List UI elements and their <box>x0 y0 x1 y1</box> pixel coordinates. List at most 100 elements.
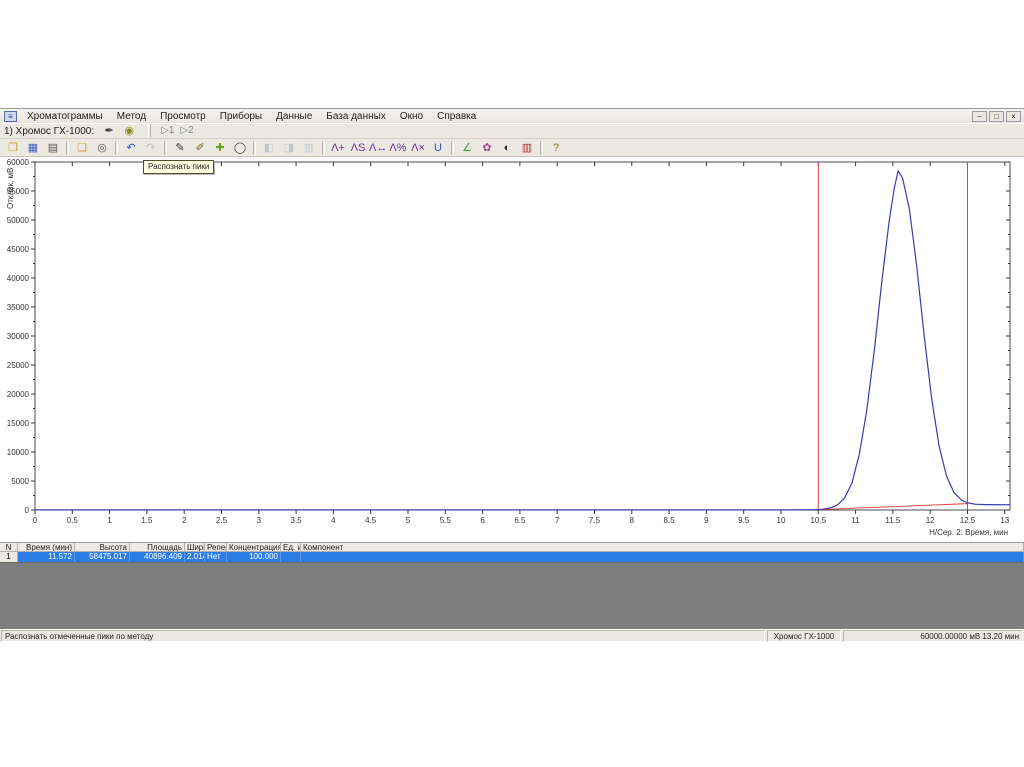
status-bar: Распознать отмеченные пики по методу Хро… <box>0 629 1024 642</box>
x-tick-label: 5 <box>406 516 411 525</box>
close-button[interactable]: × <box>1006 111 1021 122</box>
instrument-label: 1) Хромос ГХ-1000: <box>4 126 94 137</box>
device-status-icon[interactable]: ◉ <box>120 124 138 138</box>
zoom-icon[interactable]: ◎ <box>92 140 112 156</box>
y-tick-label: 40000 <box>7 274 30 283</box>
column-header-4[interactable]: Ширин <box>185 543 205 552</box>
menu-item-chromatograms[interactable]: Хроматограммы <box>20 110 110 123</box>
x-tick-label: 6.5 <box>514 516 526 525</box>
x-tick-label: 3 <box>257 516 262 525</box>
y-tick-label: 30000 <box>7 332 30 341</box>
column-header-8[interactable]: Компонент <box>301 543 1024 552</box>
toolbar-separator <box>451 141 454 155</box>
chromatogram-area[interactable]: Распознать пики 00.511.522.533.544.555.5… <box>0 157 1024 542</box>
print-icon[interactable]: ▤ <box>43 140 63 156</box>
x-tick-label: 7 <box>555 516 560 525</box>
help-icon[interactable]: ? <box>546 140 566 156</box>
menu-item-method[interactable]: Метод <box>110 110 153 123</box>
y-tick-label: 50000 <box>7 216 30 225</box>
report-icon[interactable]: ▥ <box>517 140 537 156</box>
column-header-0[interactable]: N <box>0 543 18 552</box>
run-2-button[interactable]: ▷2 <box>180 124 193 138</box>
peak-delete-icon[interactable]: Λ× <box>408 140 428 156</box>
toolbar-separator <box>66 141 69 155</box>
pen-recorder-icon[interactable]: ✒ <box>100 124 118 138</box>
lasso-icon[interactable]: ◯ <box>230 140 250 156</box>
x-tick-label: 4 <box>331 516 336 525</box>
menu-item-window[interactable]: Окно <box>393 110 430 123</box>
instrument-icons: ✒◉ <box>100 124 140 138</box>
x-tick-label: 1.5 <box>141 516 153 525</box>
peak-table-header: NВремя (мин)ВысотаПлощадьШиринРеперКонце… <box>0 542 1024 552</box>
peak-merge-icon[interactable]: Λ↔ <box>368 140 388 156</box>
restore-button[interactable]: □ <box>989 111 1004 122</box>
toolbar-separator <box>164 141 167 155</box>
y-tick-label: 60000 <box>7 158 30 167</box>
app-icon: ≡ <box>4 111 17 122</box>
x-tick-label: 2 <box>182 516 187 525</box>
baseline-icon[interactable]: U <box>428 140 448 156</box>
toolbar-separator <box>540 141 543 155</box>
run-1-button[interactable]: ▷1 <box>161 124 174 138</box>
undo-icon[interactable]: ↶ <box>121 140 141 156</box>
x-tick-label: 10 <box>777 516 786 525</box>
chromos-app-window: ≡ ХроматограммыМетодПросмотрПриборыДанны… <box>0 108 1024 641</box>
table-cell-5: Нет <box>205 552 227 562</box>
menu-item-data[interactable]: Данные <box>269 110 319 123</box>
copy-to-folder-icon[interactable]: ❏ <box>72 140 92 156</box>
open-chromatogram-icon[interactable]: ❒ <box>3 140 23 156</box>
contrast-icon[interactable]: ◐ <box>497 140 517 156</box>
peak-split-icon[interactable]: Λ% <box>388 140 408 156</box>
status-device: Хромос ГХ-1000 <box>767 630 841 642</box>
toolbar-separator <box>115 141 118 155</box>
tile-vertical-icon: ◨ <box>279 140 299 156</box>
menu-items: ХроматограммыМетодПросмотрПриборыДанныеБ… <box>20 110 483 123</box>
y-tick-label: 35000 <box>7 303 30 312</box>
instrument-bar: 1) Хромос ГХ-1000: ✒◉ ▷1 ▷2 <box>0 123 1024 139</box>
menu-item-view[interactable]: Просмотр <box>153 110 213 123</box>
marker-pen-icon[interactable]: ✐ <box>190 140 210 156</box>
save-icon[interactable]: ▦ <box>23 140 43 156</box>
toolbar-separator <box>322 141 325 155</box>
move-cross-icon[interactable]: ✚ <box>210 140 230 156</box>
peak-table-row[interactable]: 111.57258475.01740896.4092.014Нет100.000 <box>0 552 1024 562</box>
status-hint: Распознать отмеченные пики по методу <box>1 630 765 642</box>
menu-item-database[interactable]: База данных <box>319 110 393 123</box>
column-header-2[interactable]: Высота <box>75 543 130 552</box>
x-tick-label: 11.5 <box>885 516 901 525</box>
table-cell-6: 100.000 <box>227 552 281 562</box>
cascade-windows-icon: ▥ <box>299 140 319 156</box>
y-tick-label: 5000 <box>11 477 29 486</box>
toolbar-tooltip: Распознать пики <box>143 160 214 174</box>
plot-frame <box>35 162 1010 510</box>
y-axis-title: Отклик, мВ <box>6 168 15 209</box>
x-tick-label: 9 <box>704 516 709 525</box>
column-header-6[interactable]: Концентрация <box>227 543 281 552</box>
table-cell-1: 11.572 <box>18 552 75 562</box>
integrate-icon[interactable]: ∠ <box>457 140 477 156</box>
status-range: 60000.00000 мВ 13.20 мин <box>843 630 1023 642</box>
x-tick-label: 2.5 <box>216 516 228 525</box>
chromatogram-plot[interactable]: 00.511.522.533.544.555.566.577.588.599.5… <box>0 157 1024 542</box>
x-tick-label: 0.5 <box>67 516 79 525</box>
peak-start-icon[interactable]: Λ+ <box>328 140 348 156</box>
column-header-3[interactable]: Площадь <box>130 543 185 552</box>
peak-shape-icon[interactable]: ΛS <box>348 140 368 156</box>
redo-icon: ↷ <box>141 140 161 156</box>
minimize-button[interactable]: – <box>972 111 987 122</box>
column-header-7[interactable]: Ед. изм <box>281 543 301 552</box>
x-tick-label: 7.5 <box>589 516 601 525</box>
x-tick-label: 1 <box>107 516 112 525</box>
menu-item-help[interactable]: Справка <box>430 110 483 123</box>
column-header-5[interactable]: Репер <box>205 543 227 552</box>
column-header-1[interactable]: Время (мин) <box>18 543 75 552</box>
calibration-icon[interactable]: ✿ <box>477 140 497 156</box>
menu-item-instruments[interactable]: Приборы <box>213 110 269 123</box>
table-cell-0: 1 <box>0 552 18 562</box>
table-cell-3: 40896.409 <box>130 552 185 562</box>
run-buttons: ▷1 ▷2 <box>155 124 194 138</box>
peak-table-empty-area <box>0 562 1024 629</box>
table-cell-8 <box>301 552 1024 562</box>
pencil-icon[interactable]: ✎ <box>170 140 190 156</box>
x-tick-label: 12 <box>926 516 935 525</box>
